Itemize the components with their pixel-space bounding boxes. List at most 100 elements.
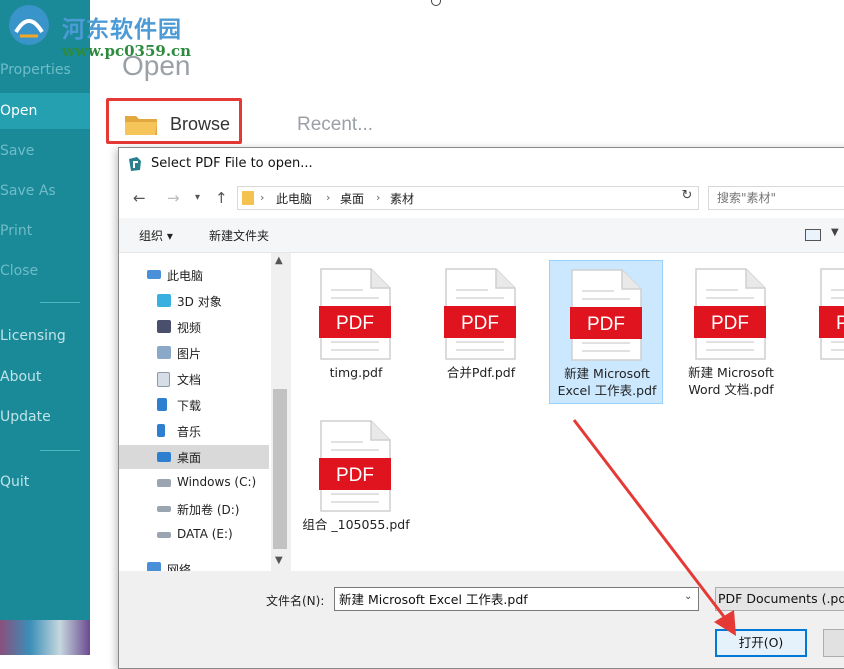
pdf-file-icon: PDF bbox=[319, 420, 391, 512]
nav-label: 文档 bbox=[177, 373, 202, 387]
pdf-badge-text: PDF bbox=[461, 313, 499, 334]
music-note-icon bbox=[157, 424, 165, 437]
chevron-right-icon: › bbox=[326, 191, 331, 204]
nav-label: 视频 bbox=[177, 321, 202, 335]
chevron-down-icon[interactable]: ⌄ bbox=[684, 591, 692, 602]
nav-item-drive-d[interactable]: 新加卷 (D:) bbox=[119, 497, 269, 521]
nav-item-pictures[interactable]: 图片 bbox=[119, 341, 269, 365]
file-name: 合并Pdf.pdf bbox=[446, 365, 516, 380]
nav-item-network[interactable]: 网络 bbox=[119, 557, 269, 571]
nav-label: 桌面 bbox=[177, 451, 202, 465]
nav-item-desktop[interactable]: 桌面 bbox=[119, 445, 269, 469]
scroll-down-arrow-icon[interactable]: ▼ bbox=[275, 555, 283, 566]
filename-combobox[interactable] bbox=[334, 587, 699, 611]
file-item[interactable]: PDF 合并Pdf.pdf bbox=[424, 260, 538, 404]
desktop-icon bbox=[157, 452, 171, 462]
search-box[interactable] bbox=[708, 186, 844, 210]
dialog-title-bar: Select PDF File to open... bbox=[119, 148, 844, 180]
chevron-down-icon[interactable]: ▼ bbox=[831, 227, 839, 238]
network-icon bbox=[147, 562, 161, 571]
watermark-logo-icon bbox=[9, 5, 49, 45]
dialog-toolbar: 组织 ▾ 新建文件夹 ▼ bbox=[119, 218, 844, 253]
sidebar-item-save[interactable]: Save bbox=[0, 143, 34, 159]
breadcrumb-item[interactable]: 此电脑 bbox=[276, 190, 312, 207]
sidebar-divider bbox=[40, 302, 80, 303]
file-item[interactable]: PDF 霸提 bbox=[799, 260, 844, 404]
pdf-badge-text: PDF bbox=[711, 313, 749, 334]
sidebar-item-quit[interactable]: Quit bbox=[0, 474, 29, 490]
cancel-button[interactable] bbox=[823, 629, 844, 657]
address-row: ← → ▾ ↑ › 此电脑 › 桌面 › 素材 ⌄ ↻ bbox=[119, 180, 844, 218]
nav-label: 此电脑 bbox=[167, 269, 204, 283]
address-bar[interactable]: › 此电脑 › 桌面 › 素材 ⌄ bbox=[237, 186, 787, 210]
file-name: 霸提 bbox=[799, 364, 844, 381]
nav-item-this-pc[interactable]: 此电脑 bbox=[119, 263, 269, 287]
computer-icon bbox=[147, 270, 161, 279]
nav-scrollbar[interactable]: ▲ ▼ bbox=[271, 253, 289, 571]
filename-input[interactable] bbox=[335, 588, 683, 609]
sidebar-item-print[interactable]: Print bbox=[0, 223, 32, 239]
film-icon bbox=[157, 320, 171, 333]
filetype-select[interactable]: PDF Documents (.pdf bbox=[715, 587, 844, 611]
navigation-pane: 此电脑 3D 对象 视频 图片 文档 下载 音乐 桌面 Windows (C:)… bbox=[119, 253, 289, 571]
organize-button[interactable]: 组织 ▾ bbox=[139, 227, 173, 244]
nav-item-videos[interactable]: 视频 bbox=[119, 315, 269, 339]
sidebar-item-save-as[interactable]: Save As bbox=[0, 183, 56, 199]
picture-icon bbox=[157, 346, 171, 359]
nav-label: Windows (C:) bbox=[177, 475, 257, 489]
nav-item-documents[interactable]: 文档 bbox=[119, 367, 269, 391]
breadcrumb-item[interactable]: 桌面 bbox=[340, 190, 364, 207]
nav-label: 音乐 bbox=[177, 425, 202, 439]
file-name: 组合 _105055.pdf bbox=[302, 517, 410, 532]
file-list-pane: PDF timg.pdf PDF 合并Pdf.pdf PDF 新建 Microsoft E… bbox=[291, 253, 844, 571]
pdf-badge-text: PDF bbox=[587, 314, 625, 335]
folder-icon bbox=[125, 116, 157, 135]
scrollbar-thumb[interactable] bbox=[273, 389, 287, 549]
forward-arrow-icon[interactable]: → bbox=[167, 189, 180, 207]
backstage-sidebar: Properties Open Save Save As Print Close… bbox=[0, 0, 90, 655]
back-arrow-icon[interactable]: ← bbox=[133, 189, 146, 207]
sidebar-item-licensing[interactable]: Licensing bbox=[0, 328, 66, 344]
new-folder-button[interactable]: 新建文件夹 bbox=[209, 227, 269, 244]
breadcrumb-item[interactable]: 素材 bbox=[390, 190, 414, 207]
recent-locations-chevron-icon[interactable]: ▾ bbox=[195, 192, 200, 203]
file-item[interactable]: PDF 组合 _105055.pdf bbox=[299, 412, 413, 556]
open-button[interactable]: 打开(O) bbox=[715, 629, 807, 657]
chevron-right-icon: › bbox=[376, 191, 381, 204]
recent-tab[interactable]: Recent... bbox=[297, 114, 373, 136]
pdf-file-icon: PDF bbox=[444, 268, 516, 360]
drive-icon bbox=[157, 479, 171, 487]
sidebar-item-properties[interactable]: Properties bbox=[0, 62, 71, 78]
up-arrow-icon[interactable]: ↑ bbox=[215, 189, 228, 207]
nav-item-downloads[interactable]: 下载 bbox=[119, 393, 269, 417]
sidebar-item-about[interactable]: About bbox=[0, 369, 41, 385]
app-icon bbox=[129, 157, 141, 171]
file-name: 新建 Microsoft Excel 工作表.pdf bbox=[557, 366, 657, 398]
nav-item-drive-c[interactable]: Windows (C:) bbox=[119, 471, 269, 495]
document-icon bbox=[157, 372, 170, 387]
file-item[interactable]: PDF 新建 Microsoft Word 文档.pdf bbox=[674, 260, 788, 404]
file-item[interactable]: PDF timg.pdf bbox=[299, 260, 413, 404]
pdf-badge-text: PDF bbox=[836, 313, 844, 334]
nav-item-music[interactable]: 音乐 bbox=[119, 419, 269, 443]
background-artwork bbox=[0, 620, 90, 655]
nav-item-3d-objects[interactable]: 3D 对象 bbox=[119, 289, 269, 313]
nav-item-drive-e[interactable]: DATA (E:) bbox=[119, 523, 269, 547]
pdf-badge-text: PDF bbox=[336, 465, 374, 486]
view-options-icon[interactable] bbox=[805, 229, 821, 241]
search-input[interactable] bbox=[709, 188, 844, 208]
dialog-footer: 文件名(N): ⌄ PDF Documents (.pdf 打开(O) bbox=[119, 571, 844, 668]
download-arrow-icon bbox=[157, 398, 167, 411]
sidebar-item-open[interactable]: Open bbox=[0, 93, 90, 129]
refresh-icon[interactable]: ↻ bbox=[677, 188, 697, 206]
nav-label: 3D 对象 bbox=[177, 295, 222, 309]
sidebar-item-update[interactable]: Update bbox=[0, 409, 51, 425]
sidebar-item-close[interactable]: Close bbox=[0, 263, 38, 279]
sidebar-divider bbox=[40, 450, 80, 451]
selection-handle bbox=[431, 0, 441, 6]
file-item[interactable]: PDF 新建 Microsoft Excel 工作表.pdf bbox=[549, 260, 663, 404]
browse-button[interactable]: Browse bbox=[170, 114, 230, 135]
pdf-file-icon: PDF bbox=[319, 268, 391, 360]
scroll-up-arrow-icon[interactable]: ▲ bbox=[275, 255, 283, 266]
nav-label: DATA (E:) bbox=[177, 527, 233, 541]
